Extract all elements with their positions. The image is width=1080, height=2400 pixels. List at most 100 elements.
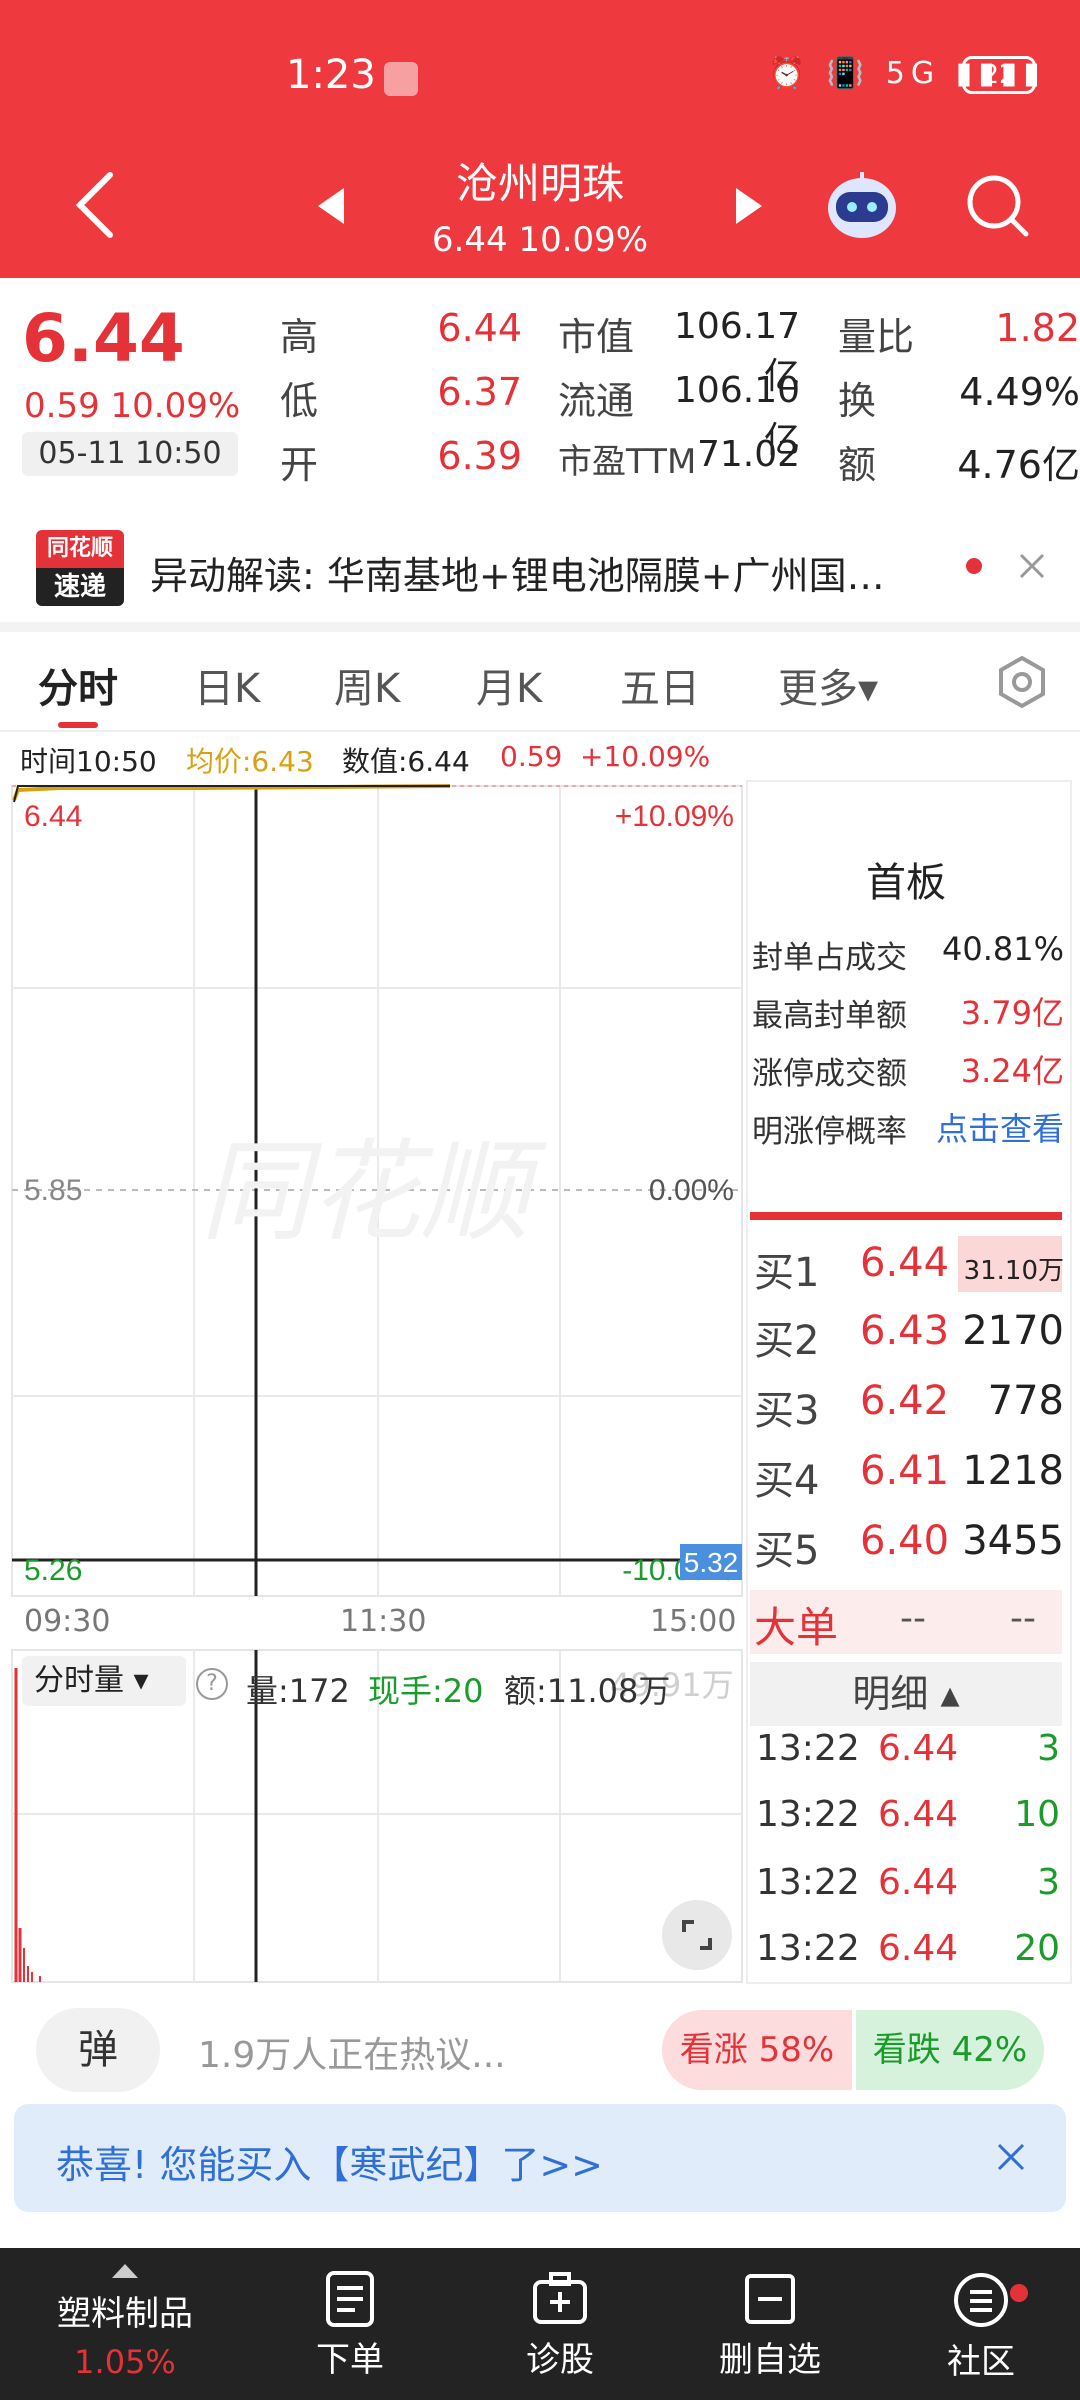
diagnose-kit-icon — [533, 2272, 587, 2324]
metric-label-seal-ratio: 封单占成交 — [752, 940, 907, 976]
chart-settings-icon[interactable] — [994, 654, 1050, 710]
x-label-close: 15:00 — [650, 1604, 737, 1639]
nav-sector-label: 塑料制品 — [57, 2294, 193, 2334]
next-stock-icon[interactable] — [734, 186, 764, 226]
status-time: 1:23 — [286, 52, 376, 98]
tick-time: 13:22 — [756, 1794, 860, 1835]
price-change: 0.59 10.09% — [24, 386, 241, 426]
news-logo-bottom: 速递 — [36, 568, 124, 606]
close-icon[interactable] — [1018, 552, 1046, 580]
stat-value-pe: 71.02 — [696, 434, 800, 475]
bottom-nav: 塑料制品 1.05% 下单 诊股 删自选 社区 — [0, 2248, 1080, 2400]
discussion-text[interactable]: 1.9万人正在热议... — [198, 2026, 506, 2078]
volume-current-hand: 现手:20 — [368, 1672, 484, 1710]
bid5-volume: 3455 — [962, 1518, 1064, 1564]
stock-subtitle: 6.44 10.09% — [431, 220, 649, 260]
promo-text[interactable]: 恭喜! 您能买入【寒武纪】了>> — [56, 2134, 603, 2189]
tick-price: 6.44 — [878, 1794, 959, 1835]
notification-dot — [1010, 2284, 1028, 2302]
nav-sector[interactable]: 塑料制品 1.05% — [20, 2248, 230, 2381]
tick-price: 6.44 — [878, 1928, 959, 1969]
bullish-button[interactable]: 看涨 58% — [662, 2010, 852, 2090]
intraday-price-chart[interactable]: 同花顺 6.44 5.85 5.26 +10.09% 0.00% -10.09%… — [0, 780, 744, 1600]
stat-value-turnover: 4.49% — [959, 370, 1080, 414]
bid1-label: 买1 — [754, 1250, 820, 1296]
bid4-volume: 1218 — [962, 1448, 1064, 1494]
tick-volume: 3 — [1037, 1728, 1060, 1769]
volume-selector[interactable]: 分时量 ▾ — [22, 1656, 186, 1706]
current-price: 6.44 — [22, 300, 185, 377]
fullscreen-button[interactable] — [662, 1900, 732, 1970]
news-logo: 同花顺 速递 — [36, 530, 124, 606]
tab-monthly-k[interactable]: 月K — [476, 656, 542, 714]
stock-name: 沧州明珠 — [455, 159, 624, 208]
info-value: 数值:6.44 — [342, 745, 470, 778]
chart-watermark: 同花顺 — [200, 1131, 547, 1254]
bearish-button[interactable]: 看跌 42% — [856, 2010, 1044, 2090]
volume-amount: 量:172 — [246, 1672, 350, 1710]
tab-intraday[interactable]: 分时 — [38, 656, 118, 714]
promo-close-icon[interactable] — [996, 2142, 1026, 2172]
danmu-button[interactable]: 弹 — [36, 2008, 160, 2092]
bid1-volume: 31.10万 — [963, 1256, 1064, 1286]
tab-five-day[interactable]: 五日 — [620, 656, 700, 714]
bid2-volume: 2170 — [962, 1308, 1064, 1354]
bid3-label: 买3 — [754, 1388, 820, 1434]
tick-time: 13:22 — [756, 1928, 860, 1969]
section-divider — [0, 622, 1080, 632]
caret-up-icon — [112, 2264, 138, 2278]
info-change: 0.59 — [500, 740, 563, 773]
y-label-bottom: 5.26 — [24, 1554, 82, 1587]
stat-value-low: 6.37 — [437, 370, 522, 414]
nav-remove-watch[interactable]: 删自选 — [700, 2248, 840, 2381]
nav-diagnose-label: 诊股 — [526, 2340, 594, 2380]
robot-assistant-icon[interactable] — [824, 170, 900, 240]
x-label-open: 09:30 — [24, 1604, 111, 1639]
tabs-divider — [0, 730, 1080, 732]
remove-watchlist-icon — [745, 2274, 795, 2324]
tick-time: 13:22 — [756, 1728, 860, 1769]
stat-label-open: 开 — [280, 443, 319, 487]
help-icon[interactable]: ? — [196, 1668, 228, 1700]
bid3-volume: 778 — [987, 1378, 1064, 1424]
quote-time: 05-11 10:50 — [22, 432, 238, 476]
metric-value-max-seal: 3.79亿 — [960, 994, 1064, 1032]
nav-community-label: 社区 — [947, 2342, 1015, 2382]
tick-volume: 3 — [1037, 1862, 1060, 1903]
stat-label-volume-ratio: 量比 — [838, 315, 915, 359]
tick-time: 13:22 — [756, 1862, 860, 1903]
info-time: 时间10:50 — [20, 745, 157, 778]
stat-value-amount: 4.76亿 — [957, 443, 1080, 487]
detail-header[interactable]: 明细 ▴ — [750, 1662, 1062, 1726]
stat-value-open: 6.39 — [437, 434, 522, 478]
nav-sector-change: 1.05% — [74, 2343, 176, 2381]
nav-order[interactable]: 下单 — [290, 2248, 410, 2381]
huawei-notify-icon — [384, 62, 418, 96]
nav-community[interactable]: 社区 — [916, 2248, 1046, 2400]
metric-value-seal-ratio: 40.81% — [941, 930, 1064, 968]
tab-weekly-k[interactable]: 周K — [334, 656, 400, 714]
metric-label-limit-prob: 明涨停概率 — [752, 1114, 907, 1150]
pct-label-top: +10.09% — [615, 800, 734, 833]
nav-diagnose[interactable]: 诊股 — [500, 2248, 620, 2381]
info-avg: 均价:6.43 — [186, 745, 314, 778]
orderbook-divider — [750, 1212, 1062, 1220]
tab-more[interactable]: 更多▾ — [778, 656, 878, 714]
big-order-label: 大单 — [754, 1603, 839, 1652]
news-headline[interactable]: 异动解读: 华南基地+锂电池隔膜+广州国… — [150, 545, 885, 600]
limit-board-title: 首板 — [866, 860, 946, 906]
volume-turnover: 额:11.08万 — [504, 1672, 671, 1710]
stat-label-amount: 额 — [838, 443, 877, 487]
stat-label-pe: 市盈TTM — [558, 442, 697, 482]
y-label-mid: 5.85 — [24, 1174, 82, 1207]
news-logo-top: 同花顺 — [36, 530, 124, 568]
news-dot — [966, 558, 982, 574]
metric-link-check[interactable]: 点击查看 — [904, 1104, 1064, 1150]
tick-price: 6.44 — [878, 1728, 959, 1769]
bid2-label: 买2 — [754, 1318, 820, 1364]
tab-daily-k[interactable]: 日K — [194, 656, 260, 714]
search-icon[interactable] — [962, 170, 1032, 240]
order-doc-icon — [326, 2271, 374, 2327]
metric-label-limit-turnover: 涨停成交额 — [752, 1056, 907, 1092]
tick-volume: 20 — [1014, 1928, 1060, 1969]
